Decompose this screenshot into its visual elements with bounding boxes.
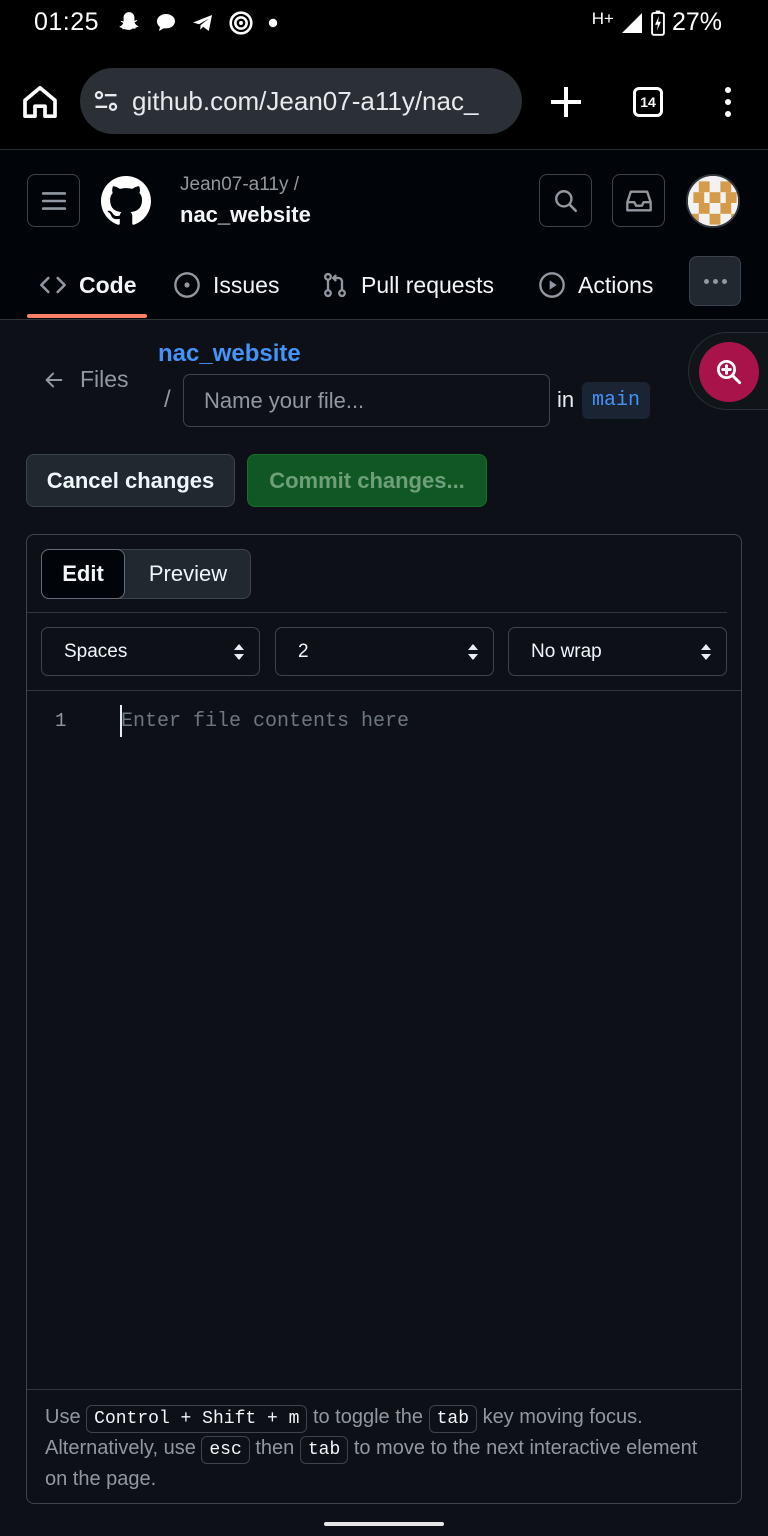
indent-mode-select[interactable]: Spaces bbox=[41, 627, 260, 676]
cancel-changes-button[interactable]: Cancel changes bbox=[26, 454, 235, 507]
indent-size-select[interactable]: 2 bbox=[275, 627, 494, 676]
chat-icon bbox=[157, 14, 175, 31]
tab-switcher-button[interactable]: 14 bbox=[633, 87, 663, 117]
more-tabs-button[interactable] bbox=[689, 256, 741, 306]
search-icon bbox=[554, 189, 577, 212]
address-bar[interactable]: github.com/Jean07-a11y/nac_ bbox=[80, 68, 522, 134]
tab-edit[interactable]: Edit bbox=[41, 549, 125, 599]
tab-preview[interactable]: Preview bbox=[126, 550, 250, 598]
status-bar: 01:25 H+ 27% bbox=[0, 0, 768, 50]
select-caret-icon bbox=[701, 644, 711, 660]
wrap-mode-value: No wrap bbox=[531, 640, 602, 662]
github-logo-icon[interactable] bbox=[101, 176, 151, 226]
network-type: H+ bbox=[591, 8, 614, 28]
wrap-mode-select[interactable]: No wrap bbox=[508, 627, 727, 676]
toolbar-divider bbox=[27, 612, 727, 613]
line-number: 1 bbox=[55, 710, 67, 732]
issue-icon bbox=[174, 272, 200, 298]
inbox-icon bbox=[625, 190, 652, 211]
hotspot-icon bbox=[229, 11, 253, 35]
tab-actions-label: Actions bbox=[578, 271, 654, 298]
identicon-image bbox=[688, 176, 738, 226]
code-area[interactable]: Enter file contents here bbox=[121, 710, 409, 733]
breadcrumb-repo-link[interactable]: nac_website bbox=[158, 340, 301, 368]
zoom-in-icon bbox=[717, 360, 742, 385]
kbd-shortcut: Control + Shift + m bbox=[86, 1405, 308, 1433]
hamburger-icon bbox=[41, 191, 66, 210]
search-button[interactable] bbox=[539, 174, 592, 227]
global-menu-button[interactable] bbox=[27, 174, 80, 227]
arrow-left-icon bbox=[45, 372, 63, 387]
code-icon bbox=[40, 276, 66, 294]
pull-request-icon bbox=[324, 272, 346, 298]
commit-changes-button[interactable]: Commit changes... bbox=[247, 454, 487, 507]
kbd-tab: tab bbox=[428, 1405, 477, 1433]
zoom-fab-container bbox=[688, 332, 768, 410]
repo-name[interactable]: nac_website bbox=[180, 202, 311, 228]
snapchat-icon bbox=[119, 12, 139, 30]
site-settings-icon[interactable] bbox=[92, 87, 120, 115]
battery-charging-icon bbox=[651, 10, 665, 36]
play-icon bbox=[539, 272, 565, 298]
notification-icons bbox=[116, 10, 280, 36]
tab-pull-requests-label: Pull requests bbox=[361, 271, 494, 298]
active-tab-indicator bbox=[27, 314, 147, 318]
status-time: 01:25 bbox=[34, 8, 100, 36]
browser-toolbar: github.com/Jean07-a11y/nac_ 14 bbox=[0, 50, 768, 150]
help-text: Use bbox=[45, 1406, 81, 1428]
filename-input[interactable] bbox=[183, 374, 550, 427]
help-text: then bbox=[255, 1437, 295, 1459]
telegram-icon bbox=[193, 15, 212, 31]
gesture-home-indicator[interactable] bbox=[324, 1522, 444, 1526]
breadcrumb-separator: / bbox=[164, 386, 171, 413]
tab-issues-label: Issues bbox=[213, 271, 280, 298]
select-caret-icon bbox=[468, 644, 478, 660]
new-tab-icon[interactable] bbox=[546, 82, 586, 122]
browser-menu-icon[interactable] bbox=[716, 82, 740, 122]
tab-code[interactable]: Code bbox=[39, 250, 137, 320]
zoom-button[interactable] bbox=[699, 342, 759, 402]
kbd-tab: tab bbox=[299, 1436, 349, 1464]
avatar[interactable] bbox=[686, 174, 740, 228]
keyboard-help-text: Use Control + Shift + m to toggle the ta… bbox=[27, 1389, 741, 1503]
tab-issues[interactable]: Issues bbox=[173, 250, 279, 320]
system-status: H+ 27% bbox=[592, 8, 722, 37]
editor-mode-toggle: Edit Preview bbox=[41, 549, 251, 599]
indent-size-value: 2 bbox=[298, 640, 309, 662]
tab-pull-requests[interactable]: Pull requests bbox=[321, 250, 494, 320]
help-text: to toggle the bbox=[312, 1406, 424, 1428]
github-header: Jean07-a11y / nac_website Code Issues Pu… bbox=[0, 150, 768, 320]
branch-badge: main bbox=[582, 382, 651, 419]
select-caret-icon bbox=[234, 644, 244, 660]
back-to-files-link[interactable]: Files bbox=[42, 366, 129, 393]
repo-nav: Code Issues Pull requests Actions bbox=[0, 250, 768, 320]
url-text: github.com/Jean07-a11y/nac_ bbox=[132, 85, 479, 116]
signal-icon bbox=[621, 12, 642, 33]
file-editor: Edit Preview Spaces 2 No wrap 1 Enter fi… bbox=[26, 534, 742, 1504]
repo-owner[interactable]: Jean07-a11y / bbox=[180, 174, 299, 196]
indent-mode-value: Spaces bbox=[64, 640, 128, 662]
tab-code-label: Code bbox=[79, 271, 137, 298]
kbd-esc: esc bbox=[201, 1436, 250, 1464]
files-label: Files bbox=[80, 366, 129, 392]
dot-icon bbox=[268, 18, 278, 28]
inbox-button[interactable] bbox=[612, 174, 665, 227]
in-label: in bbox=[557, 387, 575, 412]
battery-percent: 27% bbox=[671, 8, 722, 36]
code-divider bbox=[27, 690, 741, 691]
tab-actions[interactable]: Actions bbox=[538, 250, 653, 320]
home-icon[interactable] bbox=[20, 82, 60, 122]
